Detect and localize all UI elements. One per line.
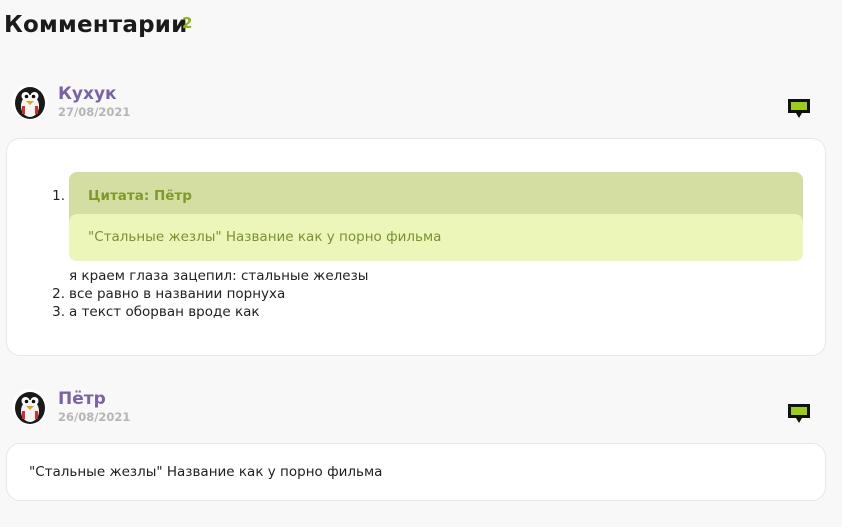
speech-bubble-icon[interactable] bbox=[787, 403, 811, 425]
speech-bubble-icon[interactable] bbox=[787, 98, 811, 120]
list-item-text: я краем глаза зацепил: стальные железы bbox=[69, 268, 369, 284]
list-item-number: 1. bbox=[52, 188, 65, 204]
comment-author[interactable]: Пётр bbox=[58, 389, 106, 409]
comment-date: 26/08/2021 bbox=[58, 410, 131, 424]
comments-count: 2 bbox=[182, 14, 193, 32]
list-item-number: 2. bbox=[52, 286, 65, 302]
comments-title: Комментарии bbox=[4, 12, 188, 38]
comment-body: 1. Цитата: Пётр "Стальные жезлы" Названи… bbox=[6, 138, 826, 356]
comments-header: Комментарии 2 bbox=[4, 12, 192, 38]
comment-date: 27/08/2021 bbox=[58, 105, 131, 119]
list-item-number: 3. bbox=[52, 304, 65, 320]
quote-text: "Стальные жезлы" Название как у порно фи… bbox=[88, 229, 442, 245]
penguin-avatar-icon[interactable] bbox=[12, 84, 48, 120]
penguin-avatar-icon[interactable] bbox=[12, 389, 48, 425]
list-item-text: а текст оборван вроде как bbox=[69, 304, 260, 320]
quote-block: Цитата: Пётр "Стальные жезлы" Название к… bbox=[69, 172, 803, 261]
list-item-text: все равно в названии порнуха bbox=[69, 286, 286, 302]
comment-body: "Стальные жезлы" Название как у порно фи… bbox=[6, 443, 826, 501]
comment-author[interactable]: Кухук bbox=[58, 84, 117, 104]
quote-body: "Стальные жезлы" Название как у порно фи… bbox=[69, 214, 803, 261]
comment-text: "Стальные жезлы" Название как у порно фи… bbox=[29, 464, 383, 480]
quote-header: Цитата: Пётр bbox=[88, 188, 192, 204]
